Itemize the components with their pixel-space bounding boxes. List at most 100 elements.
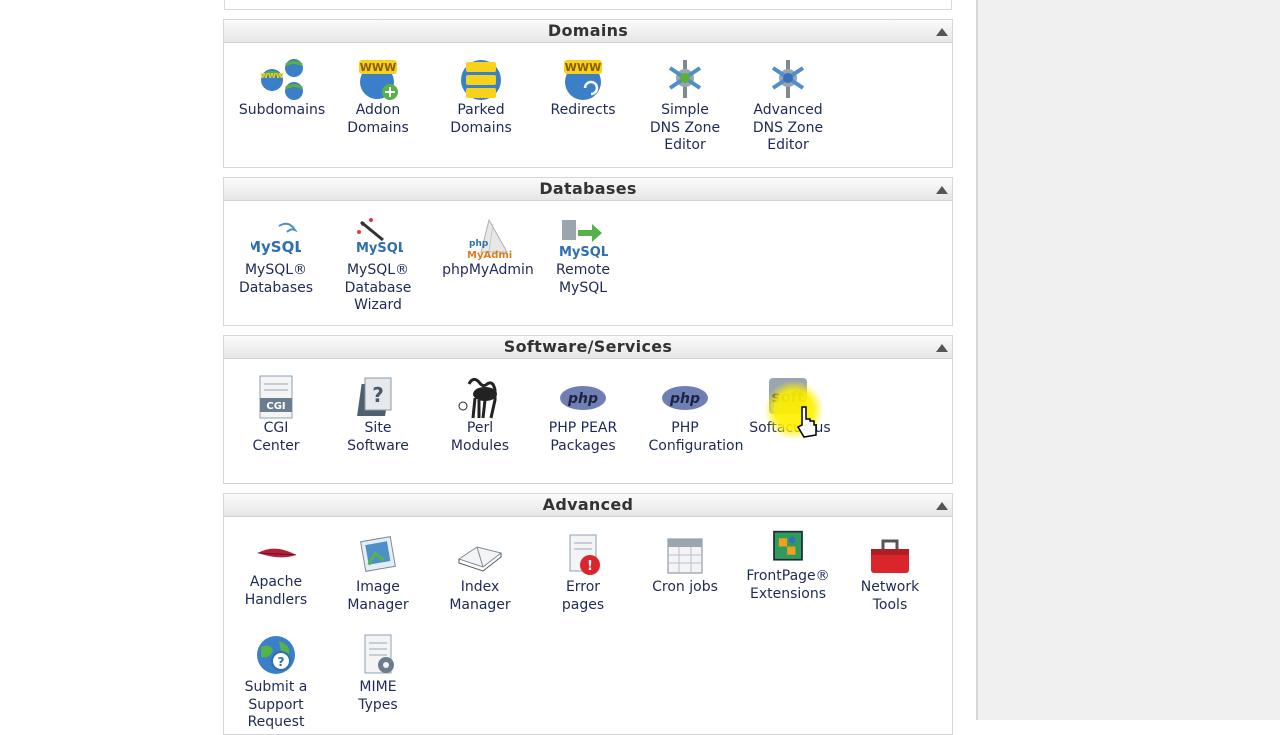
addon-domains-icon: WWW [359, 60, 398, 100]
mysql-wizard-icon: MySQL [356, 218, 403, 256]
item-label: Remote [555, 262, 611, 278]
item-label: Index [460, 579, 500, 595]
item-perl-modules[interactable]: Perl Modules [430, 374, 530, 455]
item-label: MySQL® [346, 262, 410, 278]
item-label: DNS Zone [752, 119, 824, 136]
item-label: Addon [355, 102, 401, 118]
item-remote-mysql[interactable]: MySQL Remote MySQL [533, 216, 633, 297]
cgi-center-icon: CGI [259, 375, 293, 419]
subdomains-www-label: WWW [260, 72, 283, 80]
item-label: Network [860, 579, 920, 595]
wizard-mysql-text: MySQL [356, 241, 403, 256]
item-label: CGI [263, 420, 289, 436]
php-pear-icon: php [560, 386, 606, 410]
remote-mysql-text: MySQL [559, 245, 608, 260]
item-submit-support-request[interactable]: ? Submit a Support Request [226, 633, 326, 732]
cron-calendar-icon [667, 538, 703, 574]
perl-camel-icon [458, 377, 497, 419]
collapse-toggle-databases[interactable] [936, 186, 948, 194]
item-label: Software [347, 437, 409, 454]
item-label: Tools [872, 596, 908, 613]
item-label: Support [248, 696, 304, 713]
section-title-advanced: Advanced [542, 495, 634, 514]
pear-php-text: php [567, 391, 598, 407]
redirects-www-label: WWW [565, 61, 601, 74]
soft-text: soft [772, 388, 805, 406]
item-error-pages[interactable]: ! Error pages [533, 533, 633, 614]
redirects-icon: WWW [564, 60, 602, 100]
collapse-toggle-advanced[interactable] [936, 502, 948, 510]
cgi-text: CGI [266, 401, 285, 412]
apache-feather-icon [257, 548, 297, 558]
item-label: Packages [550, 437, 616, 454]
item-index-manager[interactable]: Index Manager [430, 533, 530, 614]
item-mysql-database-wizard[interactable]: MySQL MySQL® Database Wizard [328, 216, 428, 315]
item-label: Editor [664, 137, 706, 153]
item-label: Types [358, 696, 398, 713]
panel-header-databases: Databases [224, 178, 952, 201]
item-label: Site [364, 420, 392, 436]
item-label: Request [247, 714, 305, 730]
mysql-icon: MySQL [251, 222, 301, 256]
item-frontpage-extensions[interactable]: FrontPage® Extensions [738, 530, 838, 603]
item-advanced-dns-zone-editor[interactable]: Advanced DNS Zone Editor [738, 56, 838, 155]
item-label: Wizard [354, 297, 402, 313]
item-cgi-center[interactable]: CGI CGI Center [226, 374, 326, 455]
section-title-software-services: Software/Services [503, 337, 673, 356]
item-mime-types[interactable]: MIME Types [328, 633, 428, 714]
item-label: PHP PEAR [548, 420, 618, 436]
item-label: MySQL® [244, 262, 308, 278]
item-label: MIME [359, 679, 397, 695]
item-subdomains[interactable]: WWW Subdomains [232, 56, 332, 120]
panel-header-advanced: Advanced [224, 494, 952, 517]
php-config-icon: php [662, 386, 708, 410]
item-apache-handlers[interactable]: Apache Handlers [226, 530, 326, 609]
item-phpmyadmin[interactable]: php MyAdmin phpMyAdmin [438, 216, 538, 280]
parked-domains-icon [461, 60, 501, 100]
advanced-dns-icon [771, 60, 805, 98]
item-image-manager[interactable]: Image Manager [328, 533, 428, 614]
item-site-software[interactable]: ? Site Software [328, 374, 428, 455]
item-label: Image [356, 579, 400, 595]
panel-header-software-services: Software/Services [224, 336, 952, 359]
item-cron-jobs[interactable]: Cron jobs [635, 533, 735, 597]
simple-dns-icon [668, 60, 702, 98]
item-label: Editor [767, 137, 809, 153]
item-label: Apache [249, 574, 303, 590]
item-label: Cron jobs [652, 579, 718, 595]
item-label: Advanced [753, 102, 823, 118]
item-network-tools[interactable]: Network Tools [840, 533, 940, 614]
item-label: Perl [466, 420, 494, 436]
pma-php-text: php [469, 239, 489, 249]
previous-panel-edge [224, 0, 952, 10]
mime-types-icon [364, 634, 394, 674]
subdomains-icon: WWW [260, 59, 303, 100]
item-label: Handlers [244, 591, 308, 608]
item-php-pear-packages[interactable]: php PHP PEAR Packages [533, 374, 633, 455]
panel-header-domains: Domains [224, 20, 952, 43]
item-redirects[interactable]: WWW Redirects [533, 56, 633, 120]
addon-www-label: WWW [360, 61, 396, 74]
collapse-toggle-domains[interactable] [936, 28, 948, 36]
item-label: phpMyAdmin [442, 262, 534, 278]
item-label: Redirects [550, 102, 616, 118]
item-addon-domains[interactable]: WWW Addon Domains [328, 56, 428, 137]
item-parked-domains[interactable]: Parked Domains [431, 56, 531, 137]
network-toolbox-icon [871, 539, 909, 573]
remote-mysql-icon: MySQL [559, 220, 608, 260]
index-manager-icon [457, 546, 503, 572]
frontpage-icon [773, 530, 803, 561]
item-simple-dns-zone-editor[interactable]: Simple DNS Zone Editor [635, 56, 735, 155]
item-label: Domains [450, 119, 512, 136]
item-label: Subdomains [238, 102, 326, 118]
item-label: Center [252, 437, 300, 454]
item-label: Domains [347, 119, 409, 136]
collapse-toggle-software[interactable] [936, 344, 948, 352]
item-mysql-databases[interactable]: MySQL MySQL® Databases [226, 216, 326, 297]
item-softaculous[interactable]: soft Softaculous [738, 374, 838, 438]
item-label: Database [344, 279, 412, 296]
item-label: Simple [661, 102, 709, 118]
pma-myadmin-text: MyAdmin [467, 250, 513, 261]
svg-text:!: ! [587, 559, 593, 574]
item-label: Parked [457, 102, 505, 118]
